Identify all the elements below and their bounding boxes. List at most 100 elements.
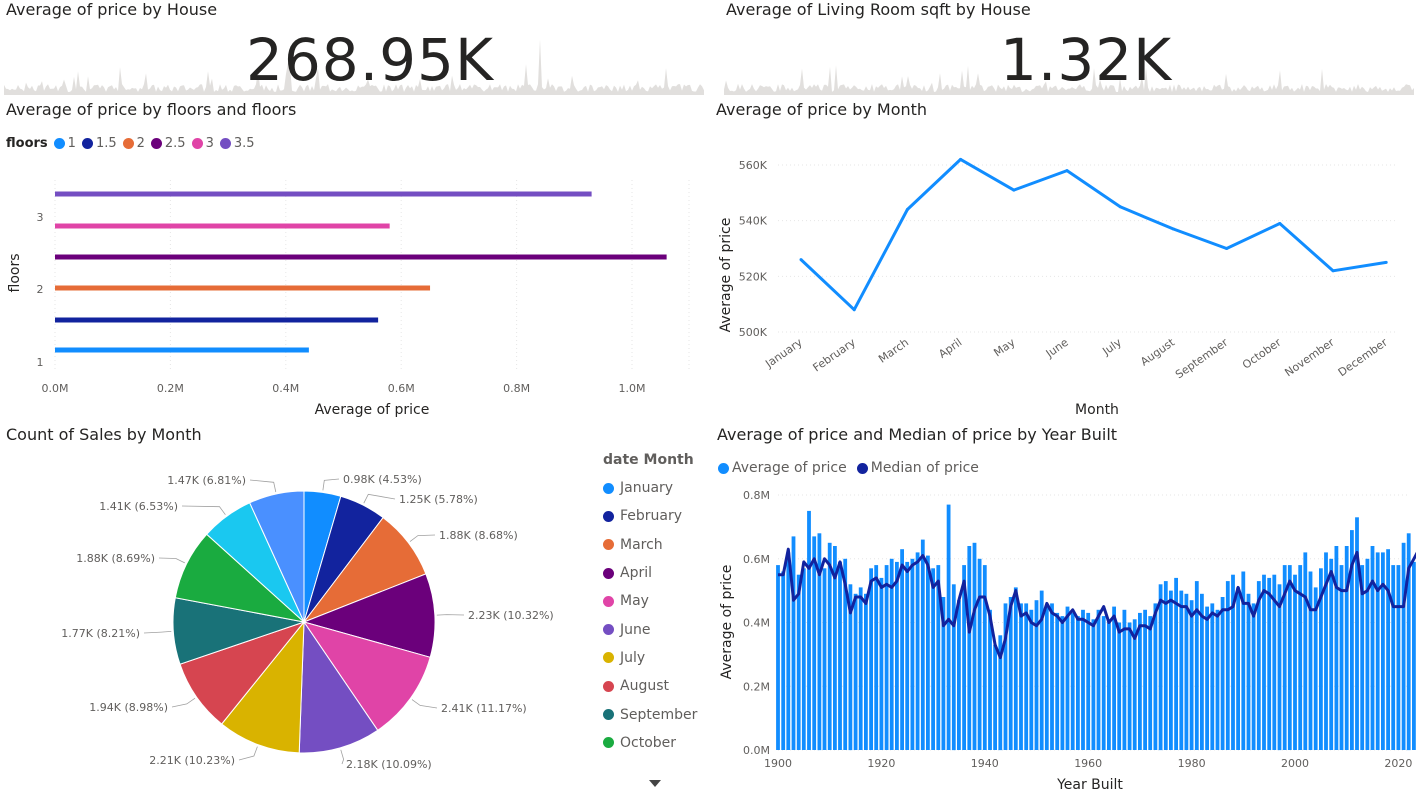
year-y-tick: 0.2M (743, 680, 770, 693)
year-bar (957, 600, 961, 750)
year-bar (1029, 609, 1034, 750)
month-y-tick: 500K (739, 326, 768, 339)
year-bar (796, 574, 801, 750)
year-bar (1117, 622, 1122, 750)
pie-legend-item[interactable]: January (603, 474, 703, 502)
month-x-tick: March (876, 336, 911, 366)
pie-data-label: 2.18K (10.09%) (346, 758, 432, 771)
year-bar (1153, 603, 1158, 750)
year-bar (884, 565, 889, 750)
year-x-tick: 1940 (971, 757, 999, 770)
year-bar (900, 549, 904, 750)
legend-dot-icon (603, 482, 614, 494)
year-bar (1189, 600, 1194, 750)
month-x-tick: November (1282, 336, 1337, 380)
legend-scroll-down-icon[interactable] (649, 780, 661, 787)
month-y-tick: 520K (739, 270, 768, 283)
month-point (959, 157, 963, 161)
pie-legend-item[interactable]: June (603, 615, 703, 643)
pie-leader-line (143, 631, 172, 634)
month-point (1171, 227, 1175, 231)
month-point (852, 308, 856, 312)
month-point (1278, 222, 1282, 225)
year-bar (1386, 549, 1390, 750)
year-bar (827, 542, 832, 750)
floors-y-tick: 1 (37, 356, 44, 369)
floors-x-tick: 0.0M (42, 382, 69, 395)
year-bar (1339, 565, 1344, 750)
year-bar (1127, 622, 1132, 750)
floors-y-tick: 3 (37, 211, 44, 224)
pie-legend-item[interactable]: October (603, 729, 703, 757)
pie-legend-item[interactable]: September (603, 700, 703, 728)
pie-leader-line (171, 697, 196, 708)
floors-x-tick: 0.8M (503, 382, 530, 395)
pie-legend-label: March (620, 536, 663, 553)
kpi-price-visual[interactable]: Average of price by House 268.95K (0, 0, 705, 100)
year-bar (1107, 622, 1111, 750)
year-bar (1329, 558, 1334, 750)
pie-data-label: 1.25K (5.78%) (399, 493, 478, 506)
pie-data-label: 1.88K (8.68%) (439, 529, 518, 542)
pie-data-label: 1.41K (6.53%) (99, 500, 178, 513)
year-bar (864, 593, 868, 750)
pie-leader-line (158, 557, 185, 564)
year-bar (1163, 581, 1168, 750)
year-bar (977, 558, 982, 750)
pie-legend-item[interactable]: August (603, 672, 703, 700)
year-bar (1148, 616, 1153, 750)
year-bar (1412, 561, 1416, 750)
year-bar (1277, 584, 1282, 751)
year-bar (1076, 616, 1080, 750)
pie-chart: 0.98K (4.53%) 1.25K (5.78%) 1.88K (8.68%) 2… (61, 473, 553, 771)
year-bar (1287, 565, 1292, 750)
year-bar (905, 561, 910, 750)
year-bar (1225, 581, 1230, 750)
year-chart-visual[interactable]: Average of price and Median of price by … (708, 425, 1416, 796)
pie-legend-label: September (620, 706, 698, 723)
floors-chart-visual[interactable]: Average of price by floors and floors fl… (0, 100, 700, 425)
month-x-tick: October (1240, 336, 1284, 372)
year-bar (838, 561, 842, 750)
floors-bar (55, 317, 379, 323)
month-point (1331, 269, 1335, 273)
floors-y-tick: 2 (37, 283, 44, 296)
year-y-tick: 0.4M (743, 617, 770, 630)
pie-legend-item[interactable]: March (603, 531, 703, 559)
pie-leader-line (181, 505, 226, 515)
year-x-tick: 1920 (867, 757, 895, 770)
pie-legend-item[interactable]: July (603, 644, 703, 672)
pie-leader-line (249, 479, 277, 493)
year-bar (1070, 612, 1075, 750)
pie-legend-item[interactable]: April (603, 559, 703, 587)
month-y-tick: 560K (739, 159, 768, 172)
month-x-tick: July (1099, 336, 1124, 359)
floors-x-axis-title: Average of price (315, 402, 430, 418)
year-bar (926, 555, 930, 750)
pie-legend-label: June (620, 621, 651, 638)
floors-bar-chart: 0.0M 0.2M 0.4M 0.6M 0.8M 1.0M 1 2 3 Average of pr… (7, 180, 690, 418)
year-bar (874, 565, 879, 750)
year-bar (1194, 581, 1199, 750)
month-chart-visual[interactable]: Average of price by Month 500K 520K 540K 56… (708, 100, 1416, 425)
year-bar (910, 558, 915, 750)
pie-legend-item[interactable]: February (603, 502, 703, 530)
month-x-tick: January (762, 336, 805, 371)
month-y-tick: 540K (739, 215, 768, 228)
year-bar (1313, 587, 1318, 750)
month-line-chart: 500K 520K 540K 560K January February March Apri… (718, 157, 1398, 418)
year-bar (1293, 574, 1297, 750)
pie-chart-visual[interactable]: Count of Sales by Month 0.98K (4.53%) 1.2… (0, 425, 705, 796)
year-bar (1391, 565, 1396, 750)
kpi-living-visual[interactable]: Average of Living Room sqft by House 1.3… (712, 0, 1416, 100)
year-bar (1401, 542, 1406, 750)
year-bar (972, 542, 977, 750)
month-x-axis-title: Month (1075, 402, 1119, 418)
month-x-tick: February (811, 336, 859, 375)
pie-legend-item[interactable]: May (603, 587, 703, 615)
year-x-axis-title: Year Built (1056, 777, 1123, 793)
floors-y-axis-title: floors (7, 254, 23, 293)
year-bar (993, 644, 997, 750)
year-bar (1112, 606, 1116, 750)
year-bar (895, 561, 899, 750)
